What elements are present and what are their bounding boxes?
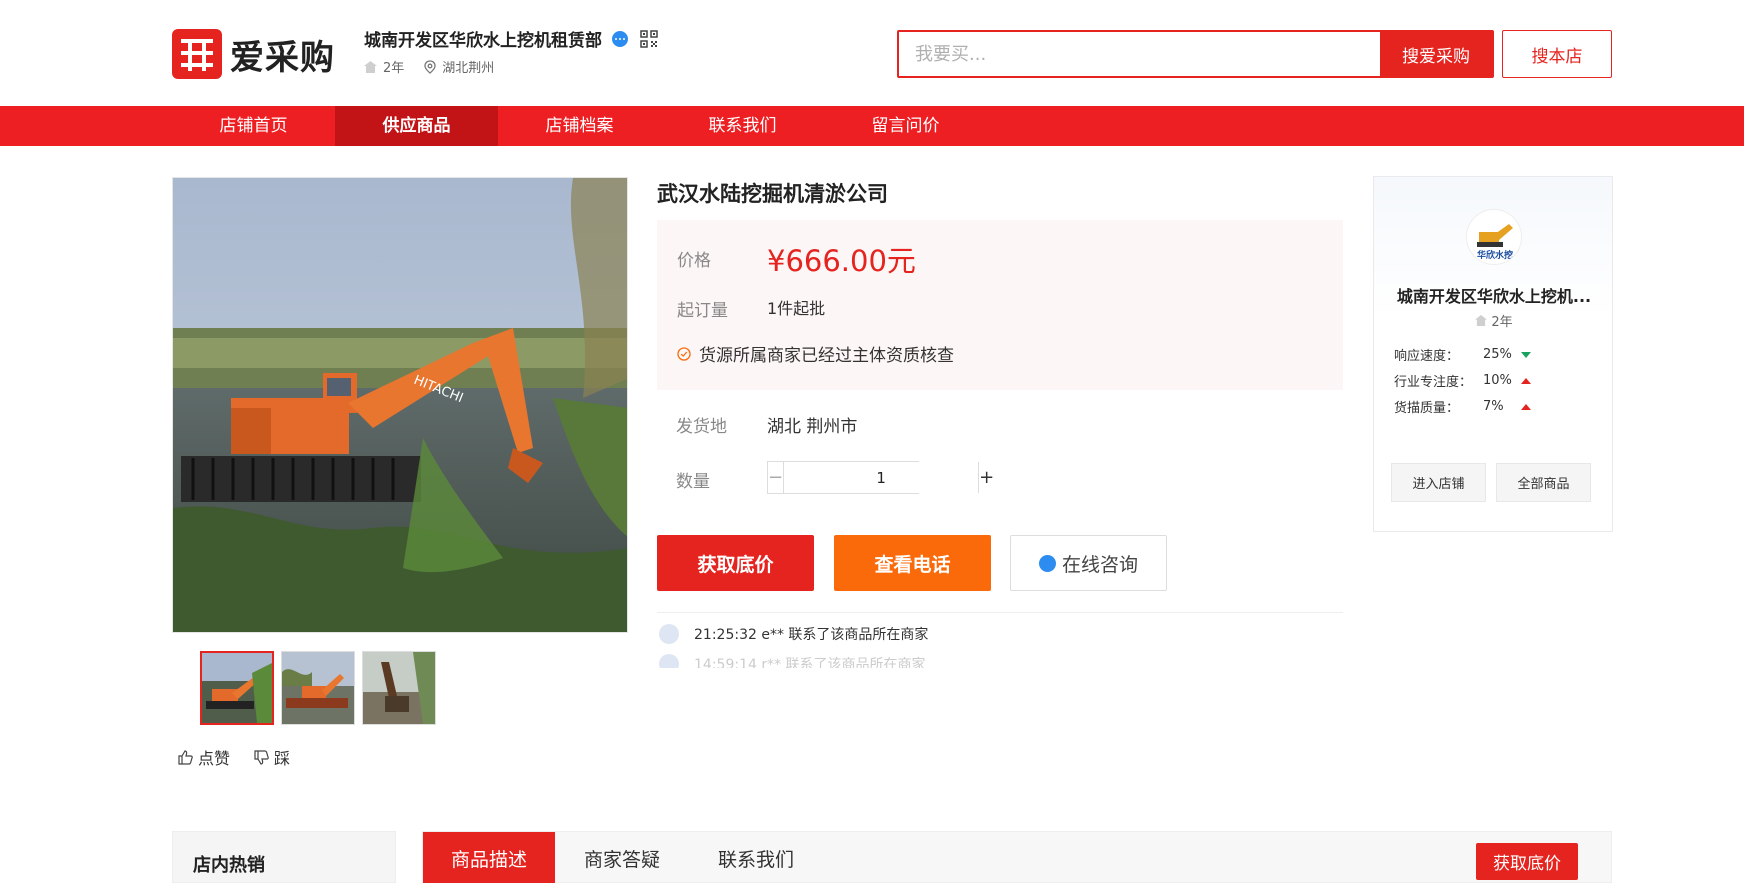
thumbnail-3-image: [363, 652, 435, 724]
product-title: 武汉水陆挖掘机清淤公司: [657, 182, 888, 206]
logo-mark-icon: [172, 29, 222, 79]
activity-feed-item: 14:59:14 r** 联系了该商品所在商家: [659, 654, 926, 668]
online-chat-button[interactable]: 在线咨询: [1010, 535, 1167, 591]
nav-item-inquiry[interactable]: 留言问价: [824, 106, 987, 146]
enter-shop-button[interactable]: 进入店铺: [1391, 463, 1486, 502]
quantity-input[interactable]: [783, 462, 980, 493]
quantity-plus-button[interactable]: +: [979, 462, 995, 493]
tab-merchant-qa[interactable]: 商家答疑: [555, 832, 689, 883]
thumbnail-strip: [200, 651, 443, 725]
moq-value: 1件起批: [767, 299, 826, 318]
nav-item-profile[interactable]: 店铺档案: [498, 106, 661, 146]
reaction-bar: 点赞 踩: [178, 745, 314, 769]
activity-feed-item: 21:25:32 e** 联系了该商品所在商家: [659, 624, 928, 644]
user-avatar-icon: [659, 624, 679, 644]
trend-down-icon: [1521, 351, 1531, 358]
logo-text: 爱采购: [230, 37, 335, 78]
trend-up-icon: [1521, 403, 1531, 410]
shield-check-icon: [677, 346, 691, 361]
ship-from-label: 发货地: [676, 417, 727, 437]
price-panel: 价格 ¥666.00元 起订量 1件起批 货源所属商家已经过主体资质核查: [657, 220, 1343, 390]
nav-item-contact[interactable]: 联系我们: [661, 106, 824, 146]
price-label: 价格: [677, 251, 711, 271]
view-phone-button[interactable]: 查看电话: [834, 535, 991, 591]
ship-from-value: 湖北 荆州市: [767, 417, 858, 437]
qr-code-icon[interactable]: [640, 29, 658, 48]
shop-logo[interactable]: 华欣水挖: [1466, 209, 1522, 265]
search-shop-button[interactable]: 搜本店: [1502, 30, 1612, 78]
shop-nav: 店铺首页 供应商品 店铺档案 联系我们 留言问价: [0, 106, 1744, 146]
tab-contact[interactable]: 联系我们: [689, 832, 823, 883]
shop-location: 湖北荆州: [424, 57, 494, 76]
stat-response-speed: 响应速度： 25%: [1394, 345, 1531, 364]
excavator-photo: HITACHI: [173, 178, 627, 632]
quantity-minus-button[interactable]: −: [768, 462, 784, 493]
site-logo[interactable]: 爱采购: [172, 29, 335, 79]
search-input[interactable]: [899, 32, 1380, 76]
dislike-button[interactable]: 踩: [254, 745, 290, 769]
nav-item-products[interactable]: 供应商品: [335, 106, 498, 146]
location-pin-icon: [424, 59, 436, 74]
shop-nav-items: 店铺首页 供应商品 店铺档案 联系我们 留言问价: [172, 106, 987, 146]
trend-up-icon: [1521, 377, 1531, 384]
page-header: 爱采购 城南开发区华欣水上挖机租赁部 2年 湖北荆州 搜爱采购 搜本店: [0, 0, 1744, 106]
thumbnail-1-image: [202, 653, 272, 723]
moq-label: 起订量: [677, 301, 728, 321]
shop-card: 华欣水挖 城南开发区华欣水上挖机... 2年 响应速度： 25% 行业专注度： …: [1373, 176, 1613, 532]
shop-badge-icon: [1475, 315, 1488, 326]
thumbnail-2[interactable]: [281, 651, 355, 725]
quantity-stepper: − +: [767, 461, 995, 494]
chat-bubble-icon: [1038, 554, 1056, 572]
tabs-get-price-button[interactable]: 获取底价: [1476, 843, 1578, 880]
product-main-image[interactable]: HITACHI: [172, 177, 628, 633]
chat-bubble-icon[interactable]: [612, 30, 628, 47]
like-button[interactable]: 点赞: [178, 745, 230, 769]
nav-item-home[interactable]: 店铺首页: [172, 106, 335, 146]
hot-sales-header: 店内热销: [172, 831, 396, 883]
quantity-label: 数量: [676, 472, 710, 492]
user-avatar-icon: [659, 654, 679, 668]
shop-title: 城南开发区华欣水上挖机租赁部: [364, 26, 658, 51]
divider: [657, 612, 1343, 613]
thumbs-up-icon: [178, 749, 193, 765]
shop-years: 2年: [364, 57, 404, 76]
shop-meta: 2年 湖北荆州: [364, 57, 514, 76]
search-bar: 搜爱采购: [897, 30, 1494, 78]
card-shop-name[interactable]: 城南开发区华欣水上挖机...: [1391, 283, 1597, 307]
card-shop-years: 2年: [1374, 311, 1614, 330]
thumbnail-1[interactable]: [200, 651, 274, 725]
product-price: ¥666.00元: [767, 244, 916, 278]
verification-note: 货源所属商家已经过主体资质核查: [677, 341, 954, 366]
thumbnail-2-image: [282, 652, 354, 724]
tab-description[interactable]: 商品描述: [423, 832, 555, 883]
all-products-button[interactable]: 全部商品: [1496, 463, 1591, 502]
search-site-button[interactable]: 搜爱采购: [1380, 32, 1492, 76]
thumbnail-3[interactable]: [362, 651, 436, 725]
thumbs-down-icon: [254, 749, 269, 765]
shop-badge-icon: [364, 60, 377, 73]
shop-name[interactable]: 城南开发区华欣水上挖机租赁部: [364, 26, 602, 51]
get-price-button[interactable]: 获取底价: [657, 535, 814, 591]
detail-tabs: 商品描述 商家答疑 联系我们 获取底价: [422, 831, 1612, 883]
stat-industry-focus: 行业专注度： 10%: [1394, 371, 1531, 390]
stat-description-quality: 货描质量： 7%: [1394, 397, 1531, 416]
